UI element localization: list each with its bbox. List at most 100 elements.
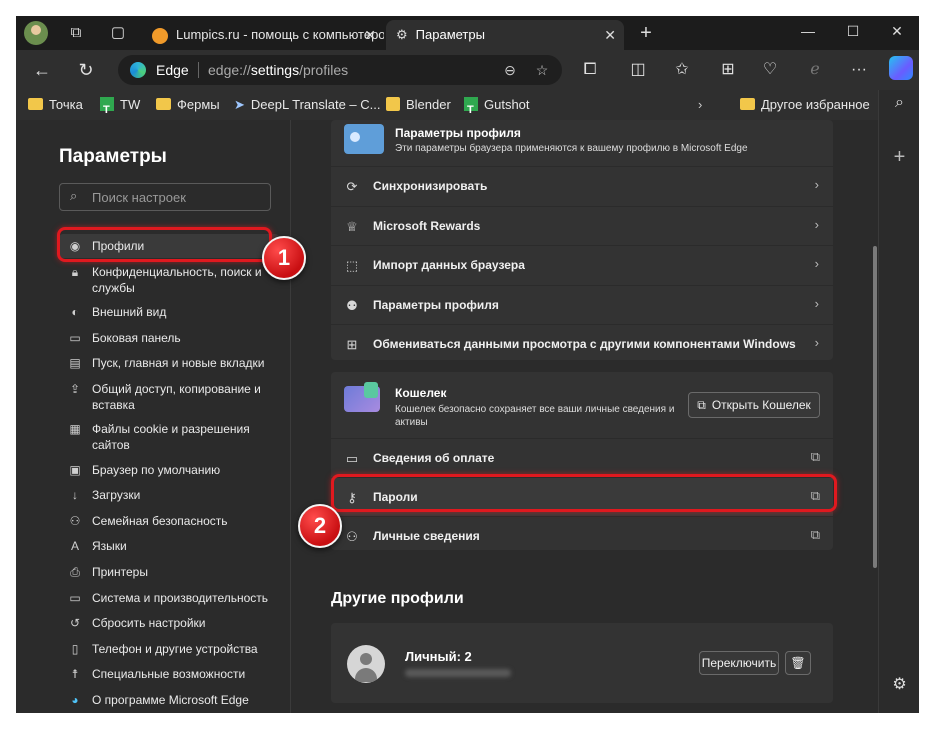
favorite-item[interactable]: ➤ DeepL Translate – С... [234, 90, 381, 120]
refresh-icon[interactable]: ↻ [74, 58, 98, 82]
sidebar-item-phone[interactable]: ▯ Телефон и другие устройства [59, 641, 279, 657]
favorite-item[interactable]: Точка [28, 90, 83, 120]
site-identity[interactable]: Edge [156, 55, 189, 85]
sidebar-item-accessibility[interactable]: ☨ Специальные возможности [59, 666, 279, 682]
row-profile-settings[interactable]: ⚉ Параметры профиля › [331, 285, 833, 325]
download-icon: ↓ [72, 488, 78, 502]
share-icon: ⇪ [69, 382, 81, 396]
cookie-icon: ▦ [69, 422, 81, 436]
row-payment[interactable]: ▭ Сведения об оплате ⧉ [331, 438, 833, 478]
highlight-passwords [331, 474, 837, 512]
row-personal-info[interactable]: ⚇ Личные сведения ⧉ [331, 516, 833, 556]
row-sync[interactable]: ⟳ Синхронизировать › [331, 166, 833, 206]
system-icon: ▭ [69, 591, 81, 605]
workspaces-icon[interactable]: ⧉ [66, 23, 86, 43]
row-windows-share[interactable]: ⊞ Обмениваться данными просмотра с другим… [331, 324, 833, 364]
url-text[interactable]: edge://settings/profiles [208, 55, 348, 85]
sidebar-item-system[interactable]: ▭ Система и производительность [59, 590, 279, 606]
split-screen-icon[interactable]: ◫ [626, 58, 650, 82]
folder-icon [156, 98, 171, 110]
card-subtitle: Эти параметры браузера применяются к ваш… [395, 143, 748, 154]
minimize-icon[interactable]: — [786, 16, 830, 46]
tab-lumpics[interactable]: Lumpics.ru - помощь с компьютером ✕ [144, 20, 384, 50]
green-favicon [100, 95, 114, 125]
sidebar-item-family[interactable]: ⚇ Семейная безопасность [59, 513, 279, 529]
search-box[interactable]: ⌕ [59, 183, 271, 211]
sidebar-item-downloads[interactable]: ↓ Загрузки [59, 487, 279, 503]
external-link-icon: ⧉ [697, 398, 706, 412]
favorite-item[interactable]: Фермы [156, 90, 220, 120]
edge-icon: ◕ [71, 693, 79, 707]
section-title: Другие профили [331, 590, 464, 607]
sidebar-item-printers[interactable]: ⎙ Принтеры [59, 564, 279, 580]
open-wallet-button[interactable]: ⧉ Открыть Кошелек [688, 392, 820, 418]
row-import[interactable]: ⬚ Импорт данных браузера › [331, 245, 833, 285]
collections-icon[interactable]: ⊞ [716, 58, 740, 82]
more-menu-icon[interactable]: ··· [847, 58, 871, 82]
address-bar[interactable]: Edge edge://settings/profiles ⊖ ☆ [118, 55, 562, 85]
profile-settings-card: Параметры профиля Эти параметры браузера… [331, 120, 833, 360]
tab-actions-icon[interactable]: ▢ [108, 23, 128, 43]
settings-main: Параметры профиля Эти параметры браузера… [331, 120, 837, 713]
chevron-right-icon: › [814, 177, 819, 192]
copilot-icon[interactable] [889, 56, 913, 80]
favorite-item[interactable]: Gutshot [464, 90, 530, 125]
blender-icon [386, 97, 400, 111]
favorite-item[interactable]: TW [100, 90, 140, 125]
reset-icon: ↺ [69, 616, 81, 630]
search-icon[interactable]: ⌕ [879, 94, 919, 112]
card-icon: ▭ [345, 451, 359, 466]
sidebar-item-share[interactable]: ⇪ Общий доступ, копирование и вставка [59, 381, 279, 413]
profile-settings-icon: ⚉ [346, 298, 358, 313]
sidebar-item-default-browser[interactable]: ▣ Браузер по умолчанию [59, 462, 279, 478]
chevron-right-icon: › [814, 217, 819, 232]
sidebar-item-cookies[interactable]: ▦ Файлы cookie и разрешения сайтов [59, 421, 279, 453]
browser-window: ⧉ ▢ Lumpics.ru - помощь с компьютером ✕ … [16, 16, 919, 713]
sidebar-item-languages[interactable]: A Языки [59, 538, 279, 554]
toolbar: ← ↻ Edge edge://settings/profiles ⊖ ☆ ⧠ … [16, 50, 919, 90]
sidebar-item-privacy[interactable]: 🔒︎ Конфиденциальность, поиск и службы [59, 264, 279, 296]
sidebar-item-start[interactable]: ▤ Пуск, главная и новые вкладки [59, 355, 279, 371]
close-tab-icon[interactable]: ✕ [604, 20, 616, 50]
zoom-icon[interactable]: ⊖ [500, 60, 520, 80]
sidebar-item-about[interactable]: ◕ О программе Microsoft Edge [59, 692, 279, 708]
sidebar-icon: ▭ [69, 331, 81, 345]
add-icon[interactable]: + [879, 146, 919, 169]
close-tab-icon[interactable]: ✕ [364, 20, 376, 50]
maximize-icon[interactable]: ☐ [831, 16, 875, 46]
profile-avatar[interactable] [24, 21, 48, 45]
back-icon[interactable]: ← [30, 58, 54, 82]
favorite-item[interactable]: Blender [386, 90, 451, 120]
favorite-star-icon[interactable]: ☆ [532, 60, 552, 80]
search-input[interactable] [90, 187, 264, 207]
ie-mode-icon[interactable]: ℯ [803, 58, 827, 82]
new-tab-icon[interactable]: + [636, 23, 656, 43]
favorites-icon[interactable]: ✩ [670, 58, 694, 82]
sidebar-item-sidebar[interactable]: ▭ Боковая панель [59, 330, 279, 346]
accessibility-icon: ☨ [71, 667, 79, 681]
scrollbar[interactable] [873, 246, 877, 696]
sidebar-item-reset[interactable]: ↺ Сбросить настройки [59, 615, 279, 631]
tab-title: Lumpics.ru - помощь с компьютером [176, 27, 384, 42]
close-window-icon[interactable]: ✕ [875, 16, 919, 46]
profile-name: Личный: 2 [405, 649, 472, 664]
settings-gear-icon[interactable]: ⚙ [879, 674, 919, 694]
browser-essentials-icon[interactable]: ♡ [758, 58, 782, 82]
extensions-icon[interactable]: ⧠ [578, 58, 602, 82]
folder-icon [28, 98, 43, 110]
settings-page: Параметры ⌕ ◉ Профили 🔒︎Конфиденциальнос… [16, 120, 878, 713]
profile-card-icon [344, 124, 384, 154]
tab-settings[interactable]: ⚙ Параметры ✕ [386, 20, 624, 50]
tab-title: Параметры [415, 27, 485, 42]
edge-logo-icon [130, 62, 146, 78]
switch-profile-button[interactable]: Переключить [699, 651, 779, 675]
home-icon: ▤ [69, 356, 81, 370]
chevron-right-icon: › [814, 296, 819, 311]
delete-icon[interactable]: 🗑︎ [785, 651, 811, 675]
sidebar-item-appearance[interactable]: ◐ Внешний вид [59, 304, 279, 320]
favorite-item[interactable]: Другое избранное [740, 90, 870, 120]
import-icon: ⬚ [345, 258, 359, 273]
row-rewards[interactable]: ♕ Microsoft Rewards › [331, 206, 833, 246]
chevron-right-icon[interactable]: › [698, 90, 702, 120]
browser-icon: ▣ [69, 463, 81, 477]
